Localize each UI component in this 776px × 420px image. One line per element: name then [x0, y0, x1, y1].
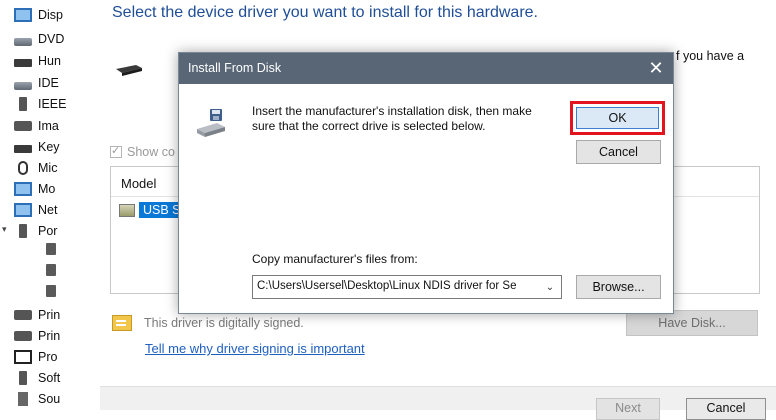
tree-item-imaging[interactable]: Ima	[14, 115, 59, 136]
tree-item-label: DVD	[38, 31, 65, 46]
tree-item-label: Hun	[38, 53, 61, 68]
tree-item-print-queues[interactable]: Prin	[14, 304, 60, 325]
port-device-icon[interactable]	[46, 264, 56, 276]
ok-button[interactable]: OK	[576, 107, 659, 129]
keyboard-icon	[14, 144, 32, 153]
mouse-icon	[18, 160, 28, 175]
software-device-icon	[19, 370, 27, 385]
dvd-drive-icon	[14, 37, 32, 46]
certificate-icon	[112, 315, 132, 331]
processor-icon	[14, 349, 32, 364]
tree-item-label: IDE	[38, 75, 59, 90]
checkbox-check-icon[interactable]	[110, 144, 122, 158]
show-compatible-checkbox[interactable]: Show co	[110, 144, 175, 159]
network-card-icon	[116, 65, 142, 76]
tree-item-label: Prin	[38, 328, 61, 343]
tree-item-label: IEEE	[38, 96, 67, 111]
signed-status: This driver is digitally signed.	[112, 315, 304, 331]
tree-item-ide[interactable]: IDE	[14, 72, 59, 93]
tree-item-hid[interactable]: Hun	[14, 50, 61, 71]
port-device-icon[interactable]	[46, 285, 56, 297]
tree-item-label: Por	[38, 223, 58, 238]
show-compatible-label: Show co	[127, 145, 175, 159]
tree-item-display-adapters[interactable]: Disp	[14, 4, 63, 25]
device-tree: Disp DVD Hun IDE IEEE Ima Key Mic Mo Net…	[0, 0, 70, 409]
close-icon[interactable]: ✕	[639, 53, 673, 84]
install-from-disk-dialog: Install From Disk ✕ Insert the manufactu…	[178, 52, 674, 314]
wizard-instruction-text: f you have a	[676, 49, 745, 63]
tree-item-printers[interactable]: Prin	[14, 325, 60, 346]
dialog-titlebar[interactable]: Install From Disk ✕	[179, 53, 673, 84]
imaging-device-icon	[14, 120, 32, 131]
tree-item-keyboards[interactable]: Key	[14, 136, 60, 157]
tree-item-label: Mic	[38, 160, 58, 175]
port-device-icon[interactable]	[46, 243, 56, 255]
tree-item-ports[interactable]: Por	[14, 220, 57, 241]
printer-icon	[14, 330, 32, 341]
copy-files-label: Copy manufacturer's files from:	[252, 252, 418, 266]
tree-item-monitors[interactable]: Mo	[14, 178, 55, 199]
dialog-message: Insert the manufacturer's installation d…	[252, 104, 532, 133]
model-column-header: Model	[121, 176, 157, 191]
print-queue-icon	[14, 309, 32, 320]
dialog-title: Install From Disk	[188, 61, 282, 75]
tree-item-label: Prin	[38, 307, 61, 322]
ieee1394-icon	[19, 96, 27, 111]
ide-controller-icon	[14, 81, 32, 90]
wizard-footer	[100, 386, 776, 410]
tree-item-label: Pro	[38, 349, 58, 364]
sound-icon	[18, 391, 28, 406]
source-path-value[interactable]: C:\Users\Usersel\Desktop\Linux NDIS driv…	[257, 280, 539, 292]
tree-item-software[interactable]: Soft	[14, 367, 60, 388]
tree-item-ieee[interactable]: IEEE	[14, 93, 67, 114]
wizard-cancel-button[interactable]: Cancel	[686, 398, 766, 420]
network-adapter-icon	[14, 202, 32, 217]
tree-item-label: Ima	[38, 118, 59, 133]
tree-item-label: Mo	[38, 181, 56, 196]
browse-button[interactable]: Browse...	[576, 275, 661, 299]
tree-item-processors[interactable]: Pro	[14, 346, 57, 367]
tree-item-label: Disp	[38, 7, 64, 22]
tree-item-label: Soft	[38, 370, 61, 385]
next-button[interactable]: Next	[596, 398, 660, 420]
driver-signing-link[interactable]: Tell me why driver signing is important	[145, 341, 365, 356]
tree-item-label: Key	[38, 139, 60, 154]
ports-icon	[19, 223, 27, 238]
tree-item-mice[interactable]: Mic	[14, 157, 57, 178]
driver-package-icon	[119, 203, 135, 217]
tree-item-label: Net	[38, 202, 58, 217]
expand-arrow-icon[interactable]: ▾	[2, 224, 7, 235]
tree-item-label: Sou	[38, 391, 61, 406]
chevron-down-icon[interactable]: ⌄	[542, 278, 558, 296]
display-adapter-icon	[14, 7, 32, 22]
monitor-icon	[14, 181, 32, 196]
ok-highlight-box: OK	[570, 101, 665, 135]
signed-status-text: This driver is digitally signed.	[144, 316, 304, 330]
tree-item-dvd[interactable]: DVD	[14, 28, 64, 49]
tree-item-network[interactable]: Net	[14, 199, 57, 220]
cancel-button[interactable]: Cancel	[576, 140, 661, 164]
floppy-drive-icon	[197, 109, 225, 137]
hid-icon	[14, 58, 32, 67]
tree-item-sound[interactable]: Sou	[14, 388, 60, 409]
wizard-heading: Select the device driver you want to ins…	[112, 4, 538, 21]
source-path-combobox[interactable]: C:\Users\Usersel\Desktop\Linux NDIS driv…	[252, 275, 562, 299]
